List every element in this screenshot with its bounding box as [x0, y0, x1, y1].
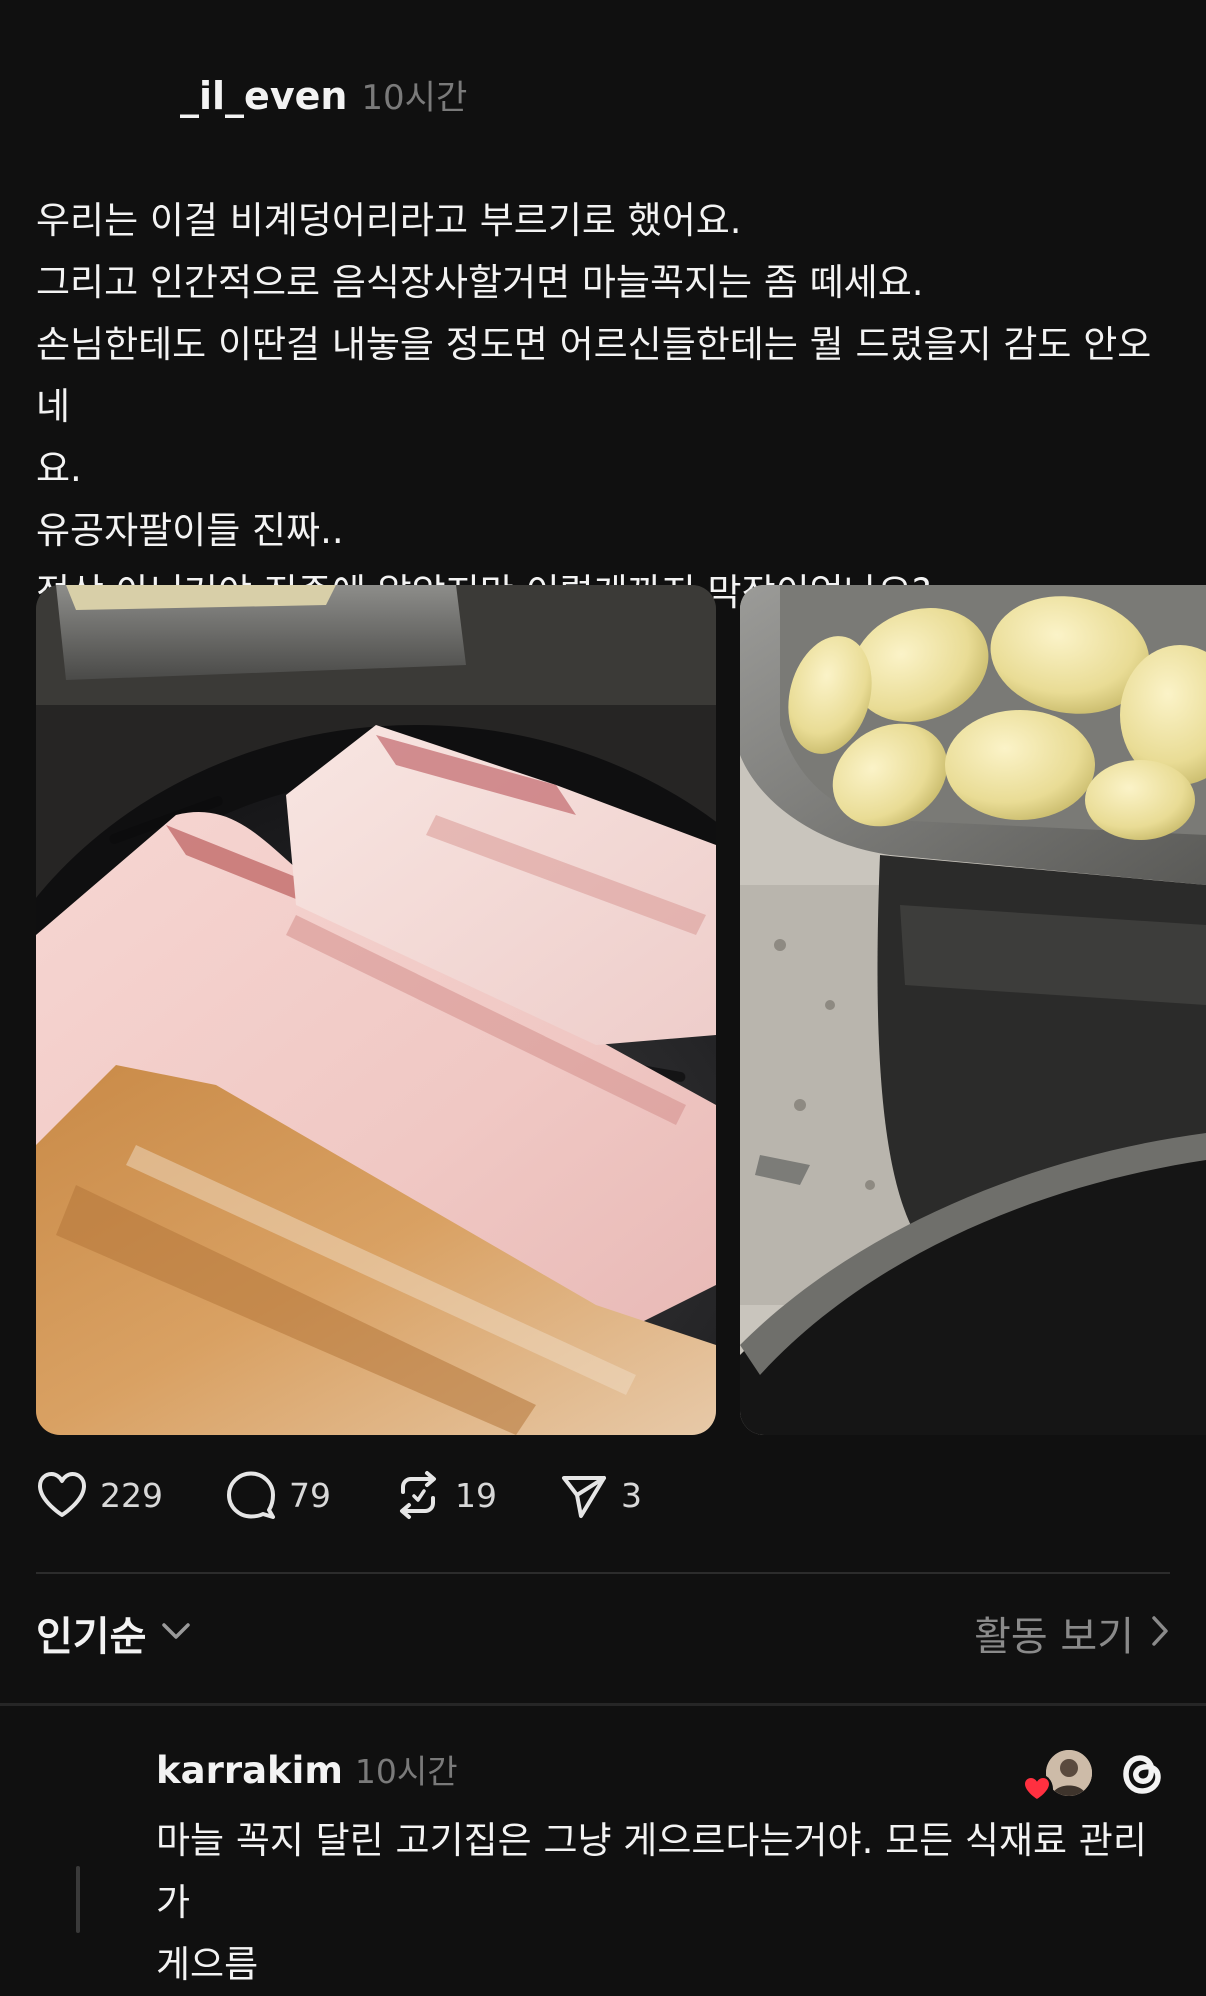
post-actions: 229 79 19 3: [36, 1470, 704, 1520]
comment-icon: [225, 1470, 277, 1520]
comment-text: 마늘 꼭지 달린 고기집은 그냥 게으르다는거야. 모든 식재료 관리가 게으름: [156, 1810, 1176, 1996]
post-text-line: 요.: [36, 447, 82, 490]
divider: [36, 1572, 1170, 1574]
post-text-line: 유공자팔이들 진짜..: [36, 509, 344, 552]
section-divider: [0, 1703, 1206, 1706]
view-activity-link[interactable]: 활동 보기: [974, 1604, 1170, 1662]
post-text-line: 손님한테도 이딴걸 내놓을 정도면 어르신들한테는 뭘 드렸을지 감도 안오네: [36, 323, 1152, 428]
repost-icon: [393, 1470, 443, 1520]
sort-label: 인기순: [36, 1614, 147, 1660]
post-text-line: 우리는 이걸 비계덩어리라고 부르기로 했어요.: [36, 199, 742, 242]
share-count: 3: [621, 1475, 642, 1515]
view-activity-label: 활동 보기: [974, 1614, 1134, 1660]
repost-button[interactable]: 19: [393, 1470, 497, 1520]
share-button[interactable]: 3: [559, 1470, 642, 1520]
like-count: 229: [100, 1475, 163, 1515]
pork-belly-photo[interactable]: [36, 585, 716, 1435]
comment-time: 10시간: [354, 1752, 458, 1791]
comment-header: karrakim 10시간: [156, 1745, 458, 1793]
thread-line: [76, 1866, 80, 1933]
like-button[interactable]: 229: [36, 1471, 163, 1519]
replies-sort-bar: 인기순 활동 보기: [36, 1604, 1170, 1668]
comment-text-line: 마늘 꼭지 달린 고기집은 그냥 게으르다는거야. 모든 식재료 관리가: [156, 1819, 1147, 1924]
post-header: _il_even 10시간: [180, 70, 467, 119]
post-time: 10시간: [361, 78, 468, 118]
sort-dropdown[interactable]: 인기순: [36, 1604, 192, 1662]
garlic-photo[interactable]: [740, 585, 1206, 1435]
comment-count: 79: [289, 1475, 331, 1515]
comment-username[interactable]: karrakim: [156, 1749, 343, 1792]
repost-count: 19: [455, 1475, 497, 1515]
chevron-down-icon: [160, 1621, 192, 1645]
liked-heart-icon: [1020, 1772, 1054, 1806]
heart-icon: [36, 1471, 88, 1519]
chevron-right-icon: [1150, 1614, 1170, 1652]
post-text: 우리는 이걸 비계덩어리라고 부르기로 했어요. 그리고 인간적으로 음식장사할…: [36, 190, 1176, 624]
post-text-line: 그리고 인간적으로 음식장사할거면 마늘꼭지는 좀 떼세요.: [36, 261, 924, 304]
comment-button[interactable]: 79: [225, 1470, 331, 1520]
send-icon: [559, 1470, 609, 1520]
post-username[interactable]: _il_even: [180, 74, 347, 118]
threads-logo-icon: [1114, 1746, 1170, 1802]
comment-text-line: 게으름: [156, 1943, 259, 1986]
